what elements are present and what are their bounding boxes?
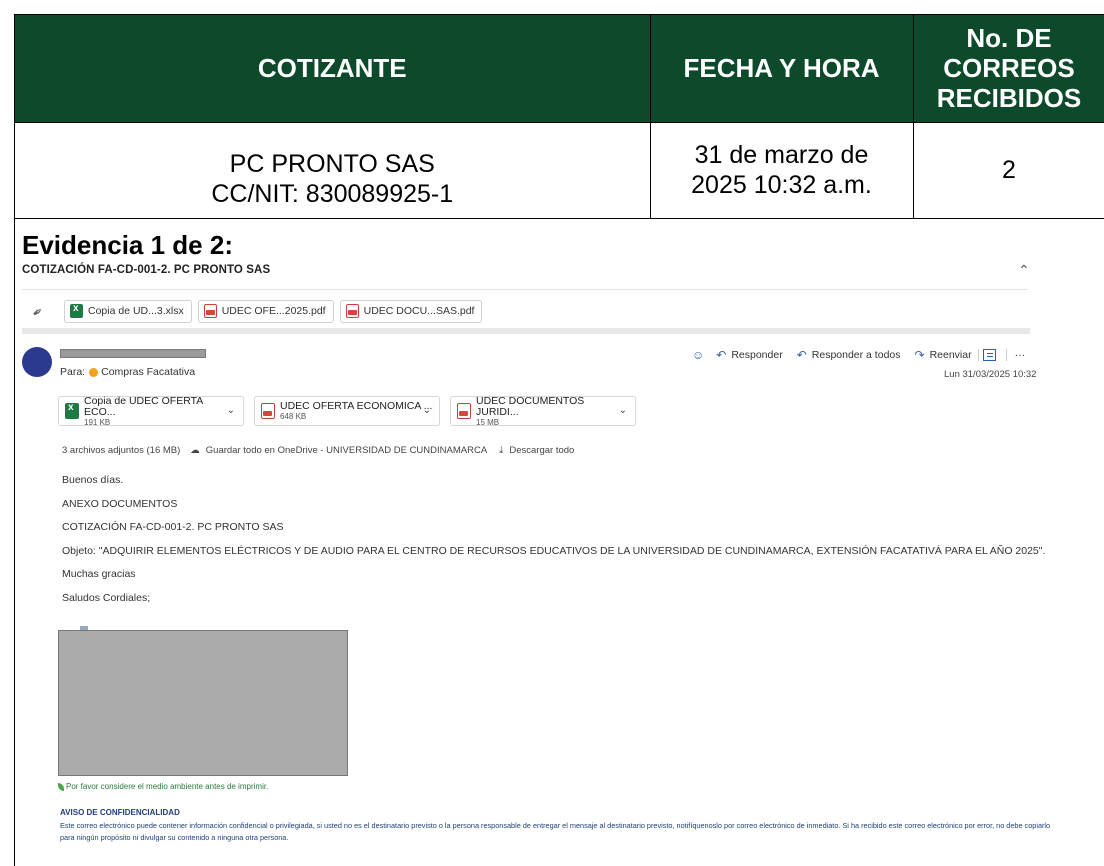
presence-dot-icon <box>89 367 99 377</box>
divider <box>977 349 979 361</box>
body-line: Muchas gracias <box>62 568 136 580</box>
paperclip-icon: ✒ <box>28 302 47 322</box>
divider <box>22 328 1030 334</box>
more-options-icon[interactable]: ··· <box>1015 349 1026 361</box>
attachment-chip[interactable]: UDEC OFE...2025.pdf <box>197 299 334 323</box>
attachment-chip-label: Copia de UD...3.xlsx <box>88 305 184 317</box>
leaf-icon <box>58 782 64 791</box>
message-actions: ☺ ↶ Responder ↶ Responder a todos ↷ Reen… <box>692 348 1025 362</box>
download-icon: ⤓ <box>499 445 504 456</box>
email-body: Buenos días. ANEXO DOCUMENTOS COTIZACIÓN… <box>62 474 1045 615</box>
excel-file-icon <box>65 402 79 419</box>
chevron-down-icon[interactable]: ⌄ <box>423 405 431 416</box>
body-line: Buenos días. <box>62 474 124 486</box>
save-onedrive-link[interactable]: Guardar todo en OneDrive - UNIVERSIDAD D… <box>206 445 487 456</box>
table-row: PC PRONTO SAS CC/NIT: 830089925-1 31 de … <box>15 122 1104 219</box>
apps-icon[interactable] <box>982 349 996 361</box>
attachment-chip[interactable]: Copia de UD...3.xlsx <box>64 299 192 323</box>
header-cotizante: COTIZANTE <box>15 15 651 123</box>
reply-all-icon: ↶ <box>796 348 807 362</box>
chevron-down-icon[interactable]: ⌄ <box>619 405 627 416</box>
header-fecha-hora: FECHA Y HORA <box>650 15 914 123</box>
attachments-summary: 3 archivos adjuntos (16 MB) ☁ Guardar to… <box>62 445 574 456</box>
attachment-card[interactable]: UDEC DOCUMENTOS JURIDI... 15 MB ⌄ <box>450 394 636 427</box>
attachments-count: 3 archivos adjuntos (16 MB) <box>62 445 181 456</box>
attachment-size: 191 KB <box>84 417 111 427</box>
cotizante-name: PC PRONTO SAS <box>229 150 435 178</box>
chevron-down-icon[interactable]: ⌄ <box>227 405 235 416</box>
avatar[interactable] <box>22 347 52 377</box>
message-date: Lun 31/03/2025 10:32 <box>944 369 1037 380</box>
download-all-link[interactable]: Descargar todo <box>509 445 574 456</box>
reply-icon: ↶ <box>716 348 727 362</box>
pdf-file-icon <box>261 403 275 419</box>
cell-cotizante: PC PRONTO SAS CC/NIT: 830089925-1 <box>15 122 651 219</box>
eco-note: Por favor considere el medio ambiente an… <box>58 782 268 791</box>
excel-file-icon <box>70 303 83 318</box>
attachment-chip-label: UDEC DOCU...SAS.pdf <box>363 305 475 317</box>
forward-icon: ↷ <box>914 348 925 362</box>
divider <box>1005 349 1007 361</box>
reply-button[interactable]: ↶ Responder <box>716 348 782 362</box>
attachment-chip[interactable]: UDEC DOCU...SAS.pdf <box>339 299 483 323</box>
body-line: Objeto: "ADQUIRIR ELEMENTOS ELÉCTRICOS Y… <box>62 544 1046 557</box>
evidence-title: Evidencia 1 de 2: <box>22 230 233 260</box>
header-no-correos: No. DE CORREOS RECIBIDOS <box>913 15 1104 123</box>
attachment-name: UDEC OFERTA ECONOMICA ... <box>280 400 433 412</box>
attachment-list: Copia de UDEC OFERTA ECO... 191 KB ⌄ UDE… <box>58 394 646 427</box>
recipient-name[interactable]: Compras Facatativa <box>101 366 195 378</box>
cotizante-nit: CC/NIT: 830089925-1 <box>211 180 454 208</box>
eco-note-text: Por favor considere el medio ambiente an… <box>66 782 269 791</box>
cotizacion-table: COTIZANTE FECHA Y HORA No. DE CORREOS RE… <box>15 15 1104 219</box>
divider <box>22 289 1028 290</box>
email-subject: COTIZACIÓN FA-CD-001-2. PC PRONTO SAS <box>22 264 271 276</box>
recipient-line: Para: Compras Facatativa <box>60 366 195 378</box>
chevron-up-icon[interactable]: ⌃ <box>1018 262 1030 279</box>
body-line: Saludos Cordiales; <box>62 591 151 604</box>
attachment-name: Copia de UDEC OFERTA ECO... <box>84 394 203 418</box>
forward-button[interactable]: ↷ Reenviar <box>915 348 972 362</box>
attachment-size: 648 KB <box>280 412 307 421</box>
pdf-file-icon <box>203 304 217 318</box>
attachment-name: UDEC DOCUMENTOS JURIDI... <box>476 394 585 418</box>
attachment-card[interactable]: UDEC OFERTA ECONOMICA ... 648 KB ⌄ <box>254 396 440 426</box>
attachment-card[interactable]: Copia de UDEC OFERTA ECO... 191 KB ⌄ <box>58 394 244 427</box>
confidentiality-text: Este correo electrónico puede contener i… <box>60 821 1051 842</box>
redacted-signature-image <box>58 630 348 776</box>
emoji-icon[interactable]: ☺ <box>692 348 704 362</box>
pdf-file-icon <box>345 304 359 318</box>
cell-no-correos: 2 <box>913 122 1104 219</box>
body-line: COTIZACIÓN FA-CD-001-2. PC PRONTO SAS <box>62 521 284 533</box>
attachment-chip-label: UDEC OFE...2025.pdf <box>221 305 326 317</box>
cell-fecha-hora: 31 de marzo de 2025 10:32 a.m. <box>650 122 914 219</box>
attachment-size: 15 MB <box>476 417 500 427</box>
forward-label: Reenviar <box>929 349 972 361</box>
body-line: ANEXO DOCUMENTOS <box>62 497 178 510</box>
cloud-icon: ☁ <box>190 445 200 456</box>
to-label: Para: <box>60 366 86 378</box>
pdf-file-icon <box>457 403 471 419</box>
confidentiality-title: AVISO DE CONFIDENCIALIDAD <box>60 808 180 817</box>
reply-label: Responder <box>731 349 783 361</box>
redacted-sender <box>60 349 206 358</box>
table-header-row: COTIZANTE FECHA Y HORA No. DE CORREOS RE… <box>15 15 1104 123</box>
reply-all-label: Responder a todos <box>811 349 901 361</box>
reply-all-button[interactable]: ↶ Responder a todos <box>797 348 901 362</box>
attachment-bar: ✒ Copia de UD...3.xlsx UDEC OFE...2025.p… <box>28 298 488 324</box>
